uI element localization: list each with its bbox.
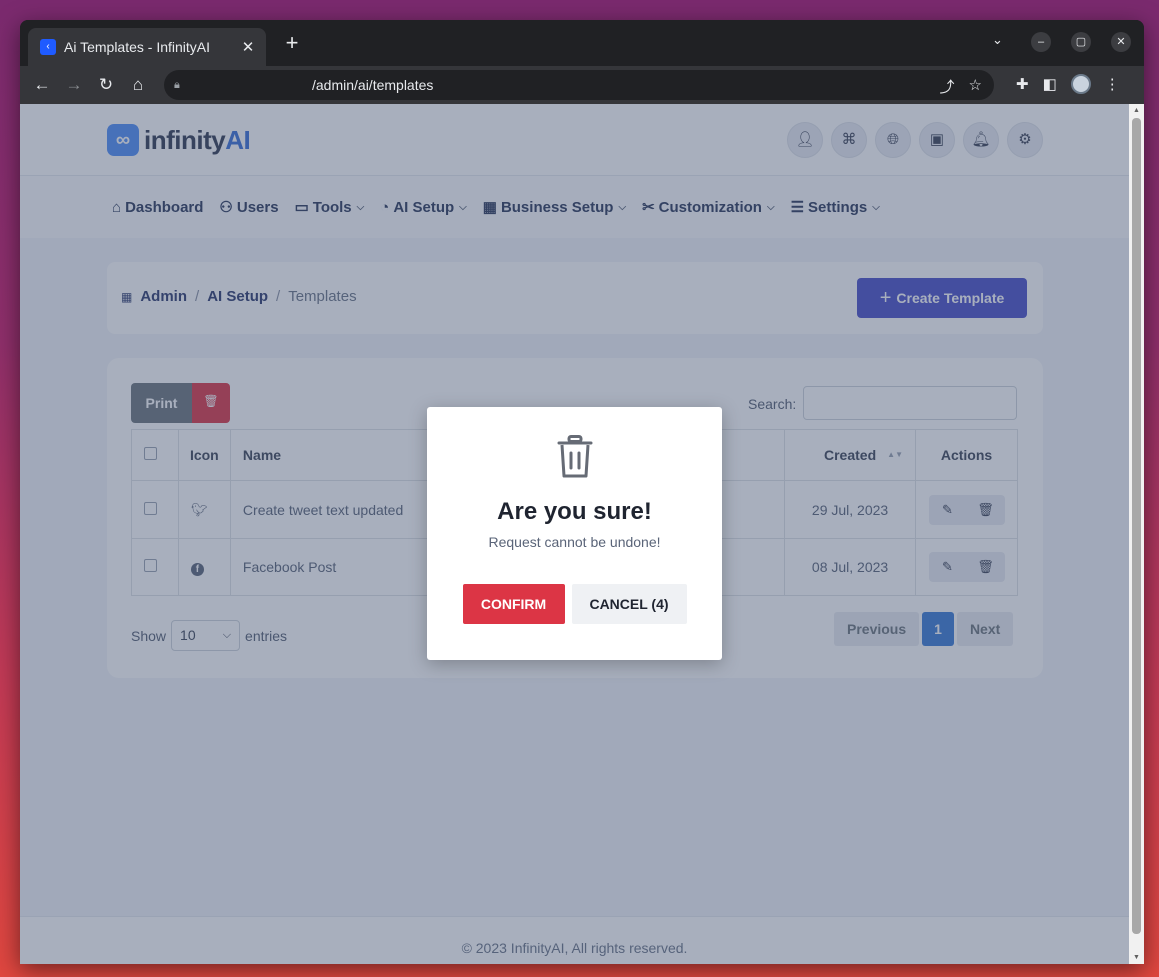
tab-strip: ‹ Ai Templates - InfinityAI ✕ + ⌄ – ▢ ✕ (20, 20, 1144, 66)
browser-window: ‹ Ai Templates - InfinityAI ✕ + ⌄ – ▢ ✕ … (20, 20, 1144, 964)
forward-icon[interactable]: → (63, 74, 85, 96)
tab-title: Ai Templates - InfinityAI (64, 39, 211, 55)
new-tab-icon[interactable]: + (280, 31, 304, 55)
page-viewport: ∞ infinityAI 👤︎ ⌘ 🌐︎ ▣ 🔔︎ ⚙ ⌂ Dashboard (20, 104, 1144, 964)
lock-icon: 🔒︎ (174, 78, 180, 91)
back-icon[interactable]: ← (31, 74, 53, 96)
address-bar[interactable]: 🔒︎ /admin/ai/templates ⤴ ☆ (164, 70, 994, 100)
share-icon[interactable]: ⤴ (940, 76, 955, 97)
trash-icon (557, 435, 593, 484)
maximize-icon[interactable]: ▢ (1071, 32, 1091, 52)
profile-avatar[interactable] (1070, 74, 1091, 94)
bookmark-star-icon[interactable]: ☆ (969, 76, 982, 97)
tab-close-icon[interactable]: ✕ (240, 38, 256, 56)
page-scrollbar[interactable]: ▲ ▼ (1129, 104, 1144, 964)
page: ∞ infinityAI 👤︎ ⌘ 🌐︎ ▣ 🔔︎ ⚙ ⌂ Dashboard (20, 104, 1129, 964)
extensions-icon[interactable]: ✚ (1016, 75, 1029, 93)
dialog-text: Request cannot be undone! (488, 534, 661, 550)
scrollbar-thumb[interactable] (1132, 118, 1141, 934)
scroll-up-icon[interactable]: ▲ (1129, 107, 1144, 114)
confirm-button[interactable]: CONFIRM (462, 584, 565, 624)
browser-tab[interactable]: ‹ Ai Templates - InfinityAI ✕ (28, 28, 266, 66)
dialog-buttons: CONFIRM CANCEL (4) (427, 584, 722, 624)
dialog-title: Are you sure! (497, 498, 652, 525)
side-panel-icon[interactable]: ◧ (1043, 75, 1057, 93)
home-icon[interactable]: ⌂ (127, 74, 149, 96)
url-text: /admin/ai/templates (312, 77, 434, 93)
close-window-icon[interactable]: ✕ (1111, 32, 1131, 52)
reload-icon[interactable]: ↻ (95, 74, 117, 96)
browser-toolbar: ← → ↻ ⌂ 🔒︎ /admin/ai/templates ⤴ ☆ ✚ ◧ ⋮ (20, 66, 1144, 104)
minimize-icon[interactable]: – (1031, 32, 1051, 52)
cancel-button[interactable]: CANCEL (4) (571, 584, 687, 624)
confirm-dialog: Are you sure! Request cannot be undone! … (427, 407, 722, 660)
browser-menu-icon[interactable]: ⋮ (1105, 75, 1120, 93)
scroll-down-icon[interactable]: ▼ (1129, 954, 1144, 961)
tab-search-chevron-icon[interactable]: ⌄ (992, 32, 1003, 48)
favicon-icon: ‹ (40, 39, 56, 55)
